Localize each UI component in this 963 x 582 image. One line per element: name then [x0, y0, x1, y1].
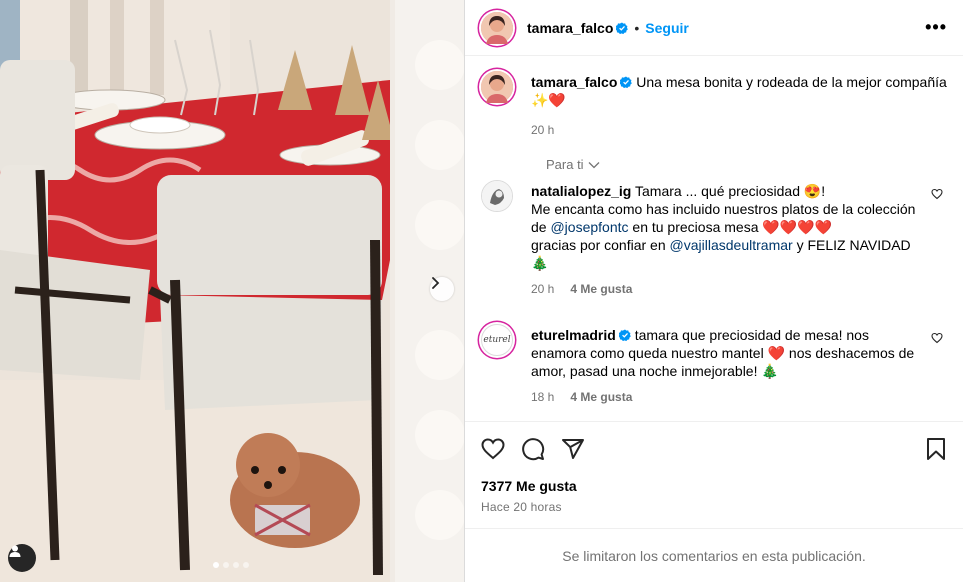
comment-item: natalialopez_ig Tamara ... qué preciosid…: [481, 166, 947, 298]
verified-badge-icon: [616, 22, 629, 34]
bookmark-icon: [927, 438, 945, 460]
comment-text: Tamara ... qué preciosidad 😍!: [635, 183, 826, 199]
carousel-dot: [233, 562, 239, 568]
comment-mention[interactable]: @josepfontc: [550, 219, 628, 235]
author-avatar[interactable]: [481, 71, 513, 103]
author-avatar-image: [481, 11, 513, 44]
post-header: tamara_falco • Seguir •••: [465, 0, 963, 56]
heart-icon: [481, 438, 505, 460]
comment-likes[interactable]: 4 Me gusta: [570, 280, 632, 298]
more-options-button[interactable]: •••: [925, 17, 947, 38]
commenter-avatar-image: eturel: [481, 324, 513, 356]
heart-icon[interactable]: [931, 332, 943, 344]
comment-username[interactable]: natalialopez_ig: [531, 183, 631, 199]
verified-badge-icon: [618, 329, 631, 341]
author-avatar-image: [481, 71, 513, 103]
follow-button[interactable]: Seguir: [645, 20, 689, 36]
like-button[interactable]: [481, 437, 505, 461]
commenter-avatar[interactable]: eturel: [481, 324, 513, 356]
verified-badge-icon: [620, 76, 633, 88]
post-photo[interactable]: [0, 0, 464, 582]
commenter-avatar[interactable]: [481, 180, 513, 212]
caption-time[interactable]: 20 h: [531, 121, 554, 139]
heart-icon[interactable]: [931, 188, 943, 200]
post-timestamp[interactable]: Hace 20 horas: [481, 500, 947, 514]
share-button[interactable]: [561, 437, 585, 461]
comment-mention[interactable]: @vajillasdeultramar: [670, 237, 793, 253]
comment-icon: [522, 438, 545, 461]
tagged-users-button[interactable]: [8, 544, 36, 572]
comments-list: tamara_falco Una mesa bonita y rodeada d…: [465, 57, 963, 421]
comment-likes[interactable]: 4 Me gusta: [570, 388, 632, 406]
comment-time[interactable]: 18 h: [531, 388, 554, 406]
chevron-right-icon: [432, 277, 440, 289]
post-sidebar: tamara_falco • Seguir ••• tamara_falco U…: [464, 0, 963, 582]
comments-limited-notice: Se limitaron los comentarios en esta pub…: [465, 528, 963, 582]
comment-item: eturel eturelmadrid tamara que preciosid…: [481, 310, 947, 406]
carousel-dot: [213, 562, 219, 568]
comment-time[interactable]: 20 h: [531, 280, 554, 298]
author-username[interactable]: tamara_falco: [527, 20, 613, 36]
post-modal: tamara_falco • Seguir ••• tamara_falco U…: [0, 0, 963, 582]
caption-username[interactable]: tamara_falco: [531, 74, 617, 90]
carousel-indicator: [213, 562, 249, 568]
comment-username[interactable]: eturelmadrid: [531, 327, 616, 343]
user-tag-icon: [9, 545, 21, 557]
carousel-dot: [243, 562, 249, 568]
comment-button[interactable]: [521, 437, 545, 461]
save-button[interactable]: [925, 437, 947, 461]
share-icon: [562, 439, 584, 459]
likes-count[interactable]: 7377 Me gusta: [481, 478, 947, 494]
commenter-avatar-image: [482, 181, 512, 211]
author-avatar[interactable]: [481, 11, 513, 44]
comment-text: en tu preciosa mesa ❤️❤️❤️❤️: [628, 219, 833, 235]
post-photo-illustration: [0, 0, 464, 582]
post-actions: 7377 Me gusta Hace 20 horas: [465, 421, 963, 514]
carousel-dot: [223, 562, 229, 568]
caption: tamara_falco Una mesa bonita y rodeada d…: [481, 57, 947, 139]
carousel-next-button[interactable]: [430, 277, 454, 301]
comment-text: gracias por confiar en: [531, 237, 670, 253]
separator-dot: •: [634, 19, 640, 36]
